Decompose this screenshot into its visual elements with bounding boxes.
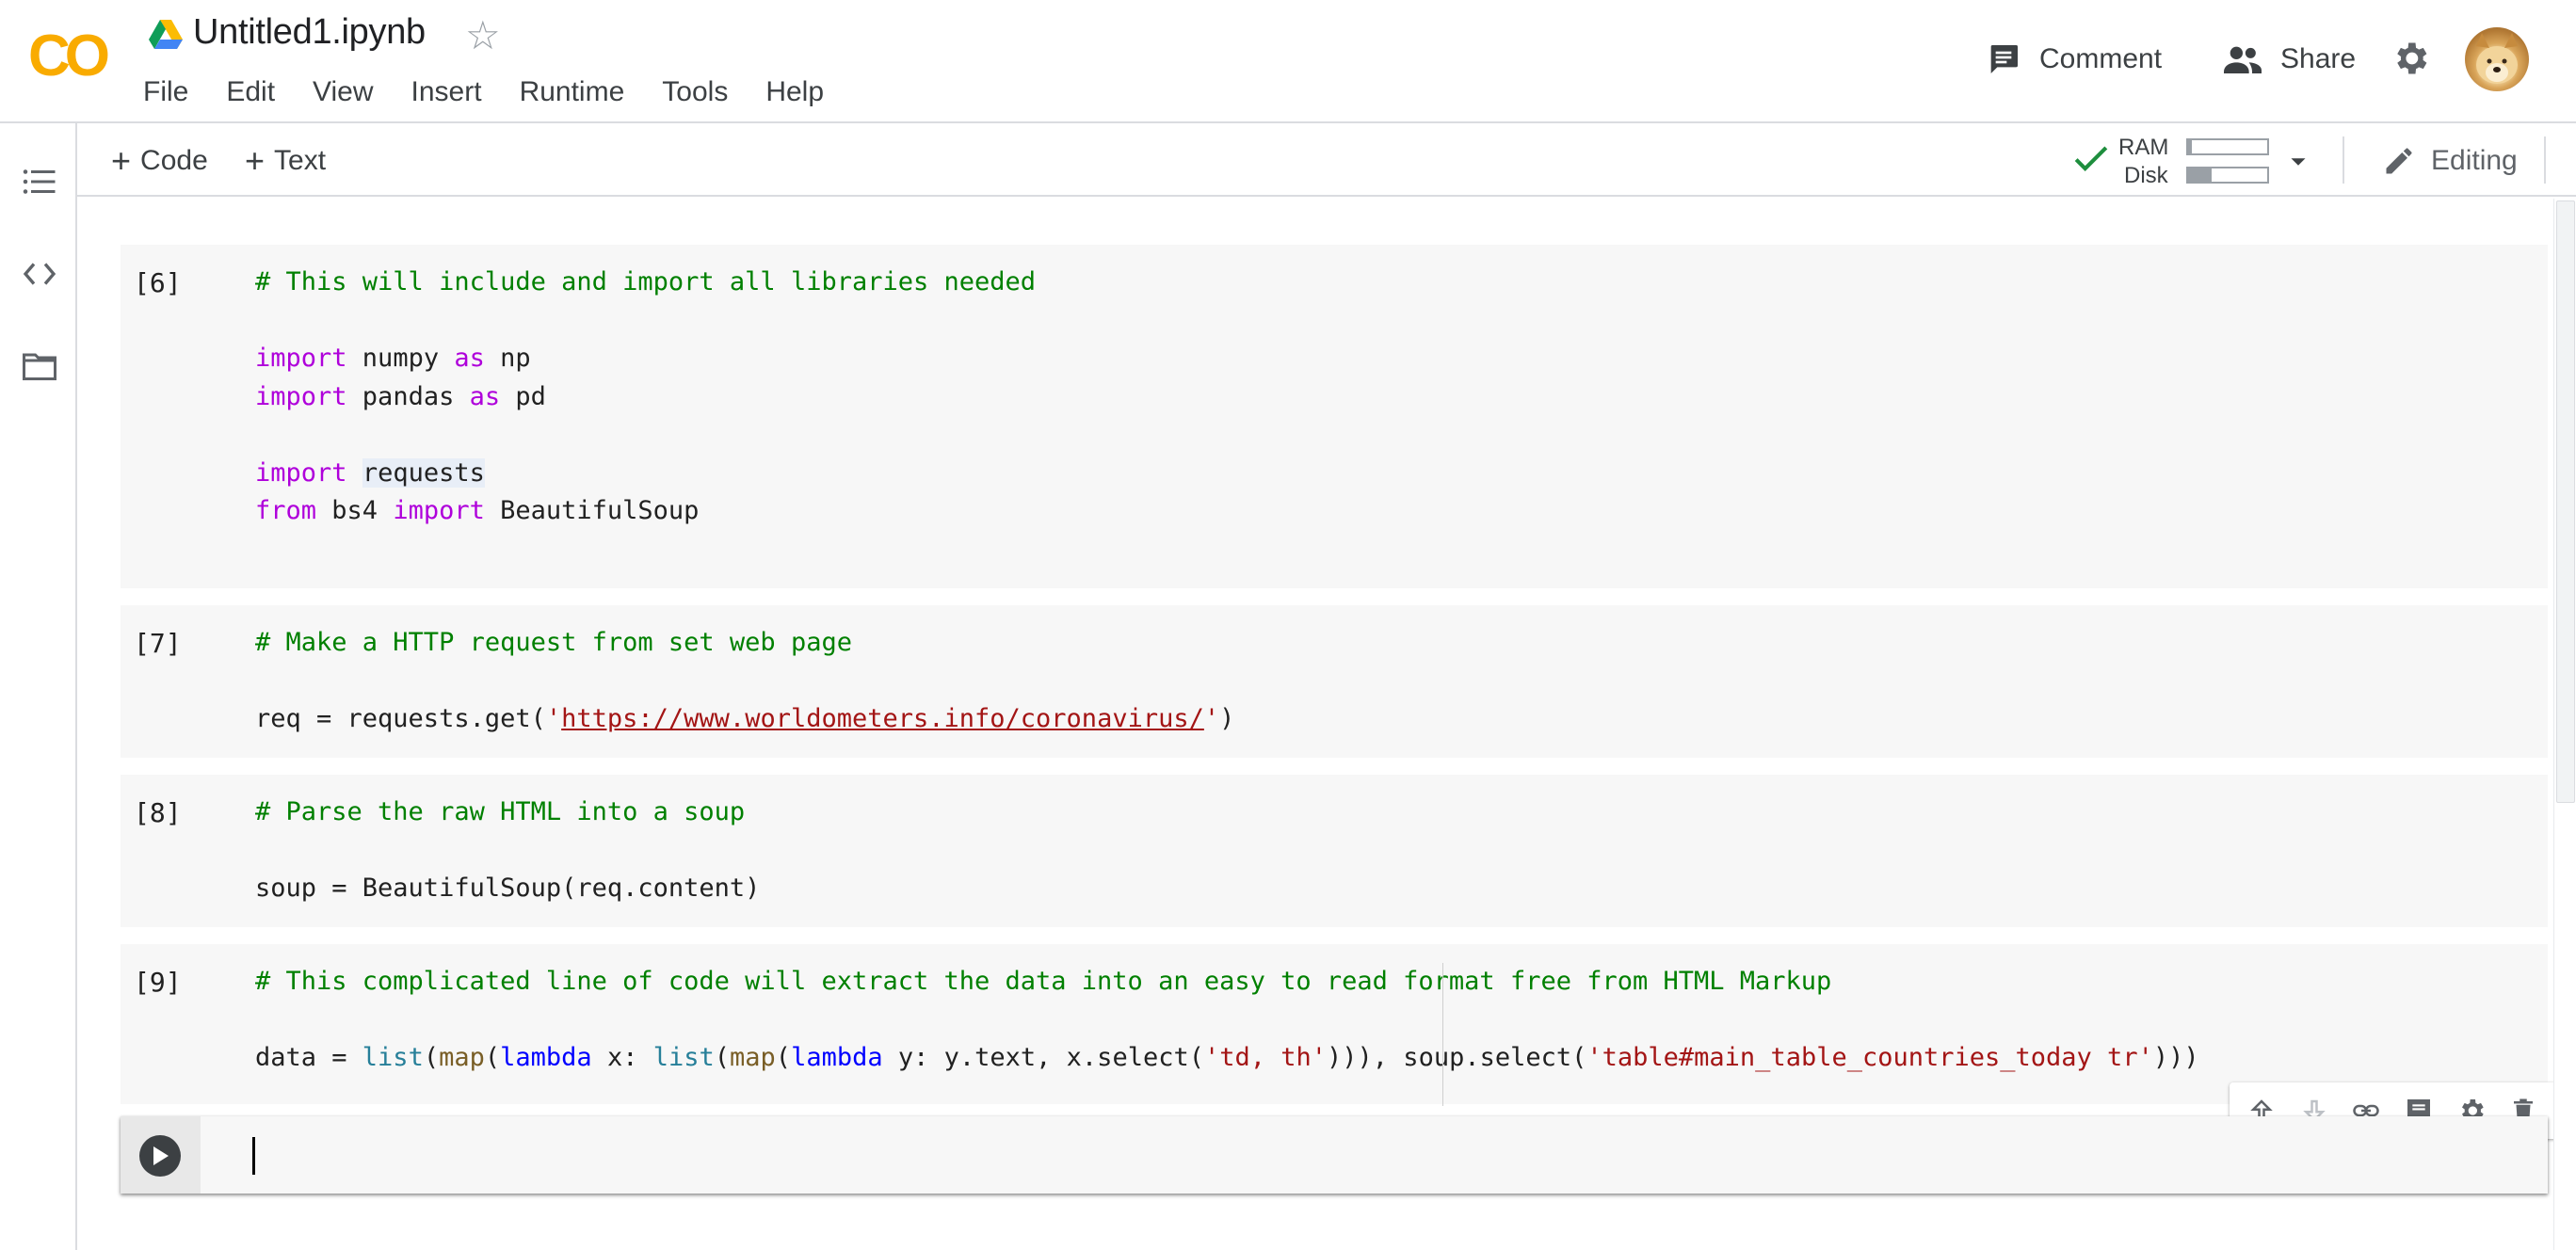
disk-usage-fill — [2188, 168, 2213, 182]
execution-count: [9] — [134, 967, 182, 998]
share-label: Share — [2280, 43, 2357, 74]
editing-label: Editing — [2431, 145, 2518, 176]
code-cell[interactable]: [9] # This complicated line of code will… — [121, 944, 2548, 1104]
ram-label: RAM — [2118, 135, 2169, 160]
menu-file[interactable]: File — [124, 72, 207, 113]
google-drive-icon[interactable] — [149, 20, 183, 50]
add-text-label: Text — [274, 145, 327, 176]
execution-count: [7] — [134, 628, 182, 659]
disk-label: Disk — [2124, 163, 2168, 188]
code-cell[interactable]: [8] # Parse the raw HTML into a soup sou… — [121, 775, 2548, 927]
doge-avatar-image — [2476, 33, 2518, 84]
code-line: from bs4 import BeautifulSoup — [255, 496, 700, 525]
code-line: # Make a HTTP request from set web page — [255, 628, 852, 657]
menu-tools[interactable]: Tools — [643, 72, 747, 113]
code-line: # This will include and import all libra… — [255, 267, 1037, 296]
code-line: soup = BeautifulSoup(req.content) — [255, 873, 761, 903]
code-editor[interactable]: # Make a HTTP request from set web page … — [255, 624, 1234, 739]
toolbar-divider — [2544, 136, 2546, 184]
code-line: req = requests.get('https://www.worldome… — [255, 704, 1235, 733]
code-line: # This complicated line of code will ext… — [255, 967, 1832, 996]
execution-count: [6] — [134, 267, 182, 298]
code-editor[interactable]: # Parse the raw HTML into a soup soup = … — [255, 793, 760, 908]
user-avatar[interactable] — [2465, 27, 2529, 91]
code-editor[interactable]: # This complicated line of code will ext… — [255, 963, 2199, 1078]
chevron-down-icon[interactable] — [2284, 148, 2312, 176]
settings-gear-icon[interactable] — [2390, 38, 2431, 79]
active-code-cell[interactable] — [121, 1116, 2548, 1194]
files-folder-icon[interactable] — [19, 345, 60, 387]
play-icon — [153, 1146, 169, 1165]
notebook-area: [6] # This will include and import all l… — [77, 199, 2576, 1250]
notebook-title[interactable]: Untitled1.ipynb — [193, 12, 426, 53]
code-line: data = list(map(lambda x: list(map(lambd… — [255, 1043, 2199, 1072]
run-gutter — [121, 1116, 201, 1194]
connected-check-icon — [2074, 146, 2108, 171]
disk-usage-bar — [2186, 167, 2269, 184]
code-line: import requests — [255, 457, 485, 488]
ram-usage-fill — [2188, 140, 2193, 153]
toolbar-divider — [2343, 136, 2344, 184]
column-ruler — [1442, 963, 1443, 1106]
ram-usage-bar — [2186, 138, 2269, 155]
code-line: import pandas as pd — [255, 381, 546, 411]
vertical-scrollbar[interactable] — [2553, 199, 2576, 1250]
scrollbar-thumb[interactable] — [2556, 200, 2575, 803]
people-icon — [2224, 46, 2262, 73]
code-line: # Parse the raw HTML into a soup — [255, 797, 746, 826]
run-cell-button[interactable] — [139, 1135, 181, 1177]
add-code-cell-button[interactable]: + Code — [111, 140, 208, 182]
notebook-toolbar: + Code + Text RAM Disk Editing — [77, 123, 2576, 197]
comment-icon — [1990, 45, 2018, 73]
code-editor[interactable]: # This will include and import all libra… — [255, 264, 1036, 531]
pencil-icon — [2386, 148, 2412, 174]
star-icon[interactable]: ☆ — [465, 13, 501, 58]
chevron-up-icon[interactable] — [2572, 142, 2576, 180]
add-code-label: Code — [140, 145, 208, 176]
code-line: import numpy as np — [255, 344, 531, 373]
menu-edit[interactable]: Edit — [207, 72, 294, 113]
code-snippets-icon[interactable] — [19, 253, 60, 295]
table-of-contents-icon[interactable] — [19, 161, 60, 202]
code-cell[interactable]: [6] # This will include and import all l… — [121, 245, 2548, 588]
comment-label: Comment — [2039, 43, 2163, 74]
text-cursor — [252, 1137, 255, 1175]
left-sidebar — [0, 123, 77, 1250]
editing-mode-button[interactable]: Editing — [2382, 140, 2518, 182]
add-text-cell-button[interactable]: + Text — [245, 140, 326, 182]
app-header: CO Untitled1.ipynb ☆ File Edit View Inse… — [0, 0, 2576, 123]
comment-button[interactable]: Comment — [1985, 38, 2162, 81]
share-button[interactable]: Share — [2222, 38, 2356, 81]
svg-text:CO: CO — [28, 28, 108, 83]
menu-view[interactable]: View — [294, 72, 392, 113]
plus-icon: + — [111, 141, 132, 180]
menu-help[interactable]: Help — [747, 72, 843, 113]
plus-icon: + — [245, 141, 266, 180]
menu-bar: File Edit View Insert Runtime Tools Help — [124, 72, 843, 113]
menu-runtime[interactable]: Runtime — [501, 72, 644, 113]
execution-count: [8] — [134, 797, 182, 828]
menu-insert[interactable]: Insert — [393, 72, 501, 113]
code-cell[interactable]: [7] # Make a HTTP request from set web p… — [121, 605, 2548, 758]
colab-logo[interactable]: CO — [28, 28, 111, 83]
